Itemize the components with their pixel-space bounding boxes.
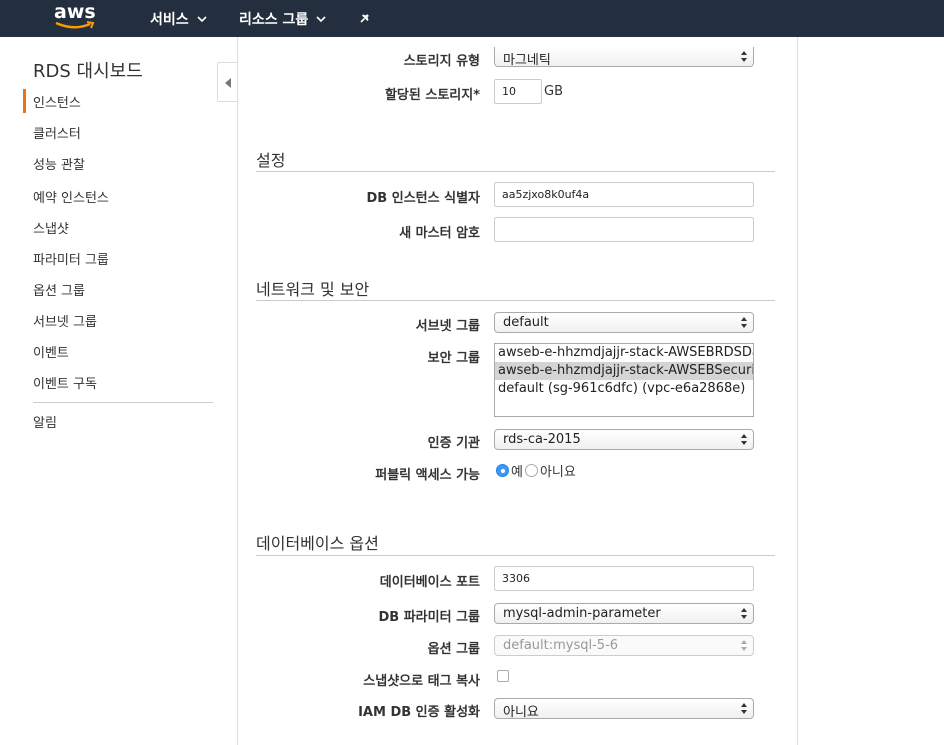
resource-groups-label: 리소스 그룹 [239,12,309,28]
subnet-group-value: default [503,315,549,330]
public-access-no-label: 아니요 [539,465,576,480]
allocated-storage-label: 할당된 스토리지* [384,88,480,103]
resource-groups-menu[interactable]: 리소스 그룹 [239,9,326,29]
storage-type-label: 스토리지 유형 [403,54,480,69]
select-arrows-icon [741,317,747,328]
settings-section-divider [256,171,775,172]
database-options-section-divider [256,555,775,556]
select-arrows-icon [741,608,747,619]
subnet-group-select[interactable]: default [494,312,754,333]
master-password-label: 새 마스터 암호 [399,226,480,241]
master-password-input[interactable] [494,217,754,242]
sidebar-active-indicator [23,89,26,113]
services-label: 서비스 [150,12,189,28]
db-instance-identifier-input[interactable]: aa5zjxo8k0uf4a [494,182,754,207]
db-parameter-group-value: mysql-admin-parameter [503,606,661,621]
pin-icon[interactable] [358,9,374,25]
aws-logo-text: aws [54,1,96,23]
option-group-value: default:mysql-5-6 [503,638,619,653]
security-group-option[interactable]: default (sg-961c6dfc) (vpc-e6a2868e) [495,380,753,398]
certificate-authority-select[interactable]: rds-ca-2015 [494,429,754,450]
network-security-section-divider [256,300,775,301]
database-options-section-title: 데이터베이스 옵션 [256,534,379,553]
allocated-storage-unit: GB [544,84,563,99]
public-access-yes-radio[interactable] [496,464,509,477]
top-navigation-bar: aws 서비스 리소스 그룹 [0,0,944,37]
db-parameter-group-select[interactable]: mysql-admin-parameter [494,603,754,624]
aws-logo[interactable]: aws [54,1,98,33]
certificate-authority-value: rds-ca-2015 [503,432,581,447]
option-group-select[interactable]: default:mysql-5-6 [494,635,754,656]
security-group-option[interactable]: awseb-e-hhzmdjajjr-stack-AWSEBRDSDatabas… [495,344,753,362]
storage-type-select[interactable]: 마그네틱 [494,47,754,68]
sidebar-item-event-subscriptions[interactable]: 이벤트 구독 [33,373,97,392]
db-instance-identifier-label: DB 인스턴스 식별자 [366,191,480,206]
sidebar-title[interactable]: RDS 대시보드 [33,57,143,83]
chevron-down-icon [197,16,207,23]
security-group-option[interactable]: awseb-e-hhzmdjajjr-stack-AWSEBSecurityGr… [495,362,753,380]
sidebar-item-subnet-groups[interactable]: 서브넷 그룹 [33,311,97,330]
security-group-listbox[interactable]: awseb-e-hhzmdjajjr-stack-AWSEBRDSDatabas… [494,343,754,417]
select-arrows-icon [741,703,747,714]
sidebar-divider [33,402,213,403]
public-access-label: 퍼블릭 액세스 가능 [375,468,480,483]
sidebar-item-clusters[interactable]: 클러스터 [33,123,81,142]
content-right-border [797,37,798,745]
option-group-label: 옵션 그룹 [427,642,480,657]
subnet-group-label: 서브넷 그룹 [415,319,480,334]
public-access-radio-group: 예 아니요 [496,461,576,480]
select-arrows-icon [741,640,747,651]
sidebar-item-instances[interactable]: 인스턴스 [33,92,81,111]
sidebar-item-performance-insights[interactable]: 성능 관찰 [33,154,85,173]
settings-section-title: 설정 [256,151,286,170]
aws-smile-icon [55,21,95,29]
iam-db-auth-label: IAM DB 인증 활성화 [358,705,480,720]
public-access-no-radio[interactable] [524,464,538,477]
security-group-label: 보안 그룹 [427,351,480,366]
storage-type-value: 마그네틱 [503,53,551,68]
sidebar-item-reserved-instances[interactable]: 예약 인스턴스 [33,187,109,206]
network-security-section-title: 네트워크 및 보안 [256,280,370,299]
iam-db-auth-value: 아니요 [503,705,539,720]
allocated-storage-input[interactable]: 10 [494,79,542,104]
sidebar-item-snapshots[interactable]: 스냅샷 [33,218,69,237]
database-port-input[interactable]: 3306 [494,566,754,591]
public-access-yes-label: 예 [511,465,523,480]
database-port-label: 데이터베이스 포트 [379,575,480,590]
chevron-down-icon [316,16,326,23]
copy-tags-to-snapshot-checkbox[interactable] [497,670,509,682]
iam-db-auth-select[interactable]: 아니요 [494,698,754,720]
sidebar-item-parameter-groups[interactable]: 파라미터 그룹 [33,249,109,268]
services-menu[interactable]: 서비스 [150,9,207,29]
copy-tags-to-snapshot-label: 스냅샷으로 태그 복사 [363,674,480,689]
sidebar-item-notifications[interactable]: 알림 [33,412,57,431]
select-arrows-icon [741,51,747,62]
certificate-authority-label: 인증 기관 [427,436,480,451]
sidebar-item-events[interactable]: 이벤트 [33,342,69,361]
db-parameter-group-label: DB 파라미터 그룹 [378,610,480,625]
select-arrows-icon [741,434,747,445]
sidebar-item-option-groups[interactable]: 옵션 그룹 [33,280,85,299]
